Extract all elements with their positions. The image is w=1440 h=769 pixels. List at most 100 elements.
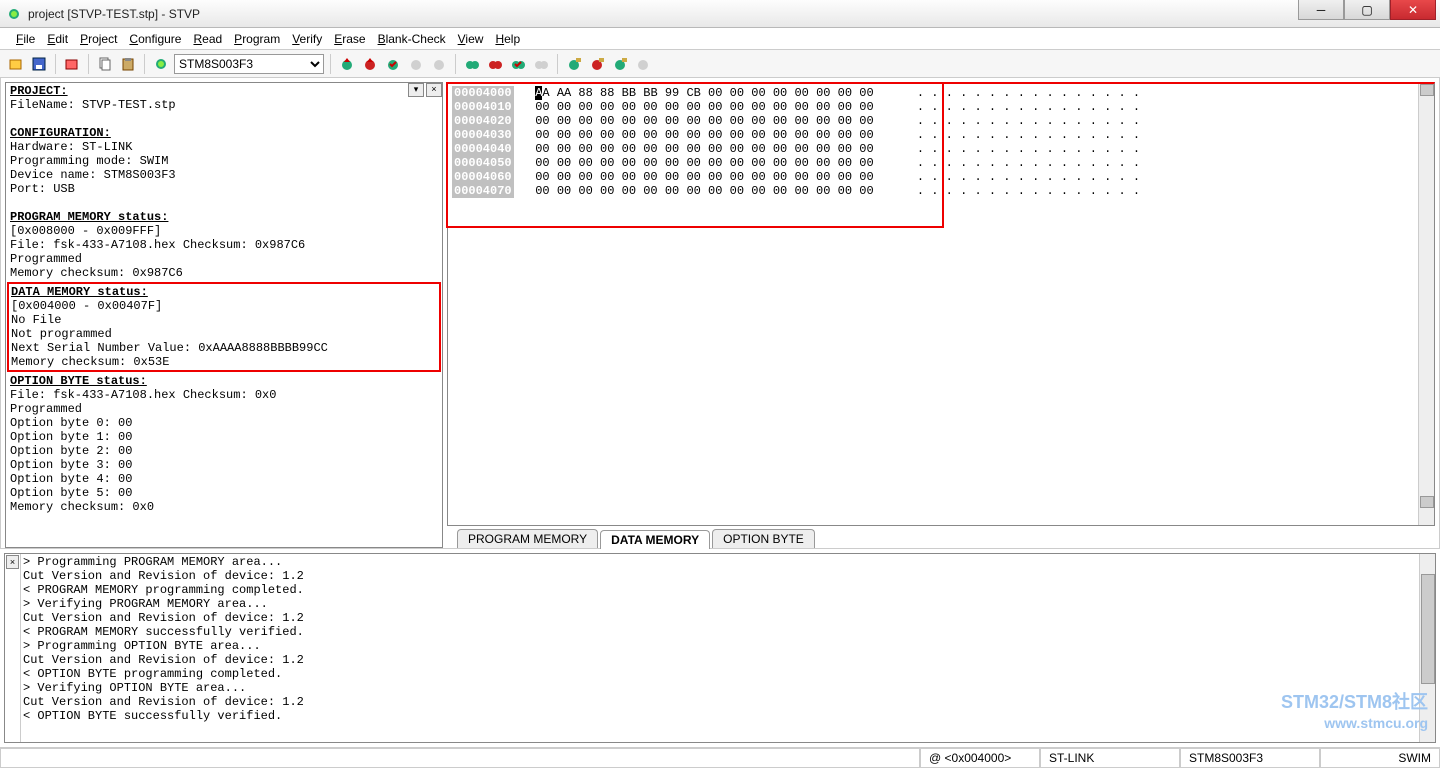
menu-view[interactable]: View <box>452 30 490 48</box>
optbyte-status: Programmed <box>10 402 438 416</box>
datamem-heading: DATA MEMORY status: <box>11 285 437 299</box>
status-bar: @ <0x004000> ST-LINK STM8S003F3 SWIM <box>0 747 1440 769</box>
device-select[interactable]: STM8S003F3 <box>174 54 324 74</box>
hex-scrollbar[interactable] <box>1418 84 1434 525</box>
hex-row[interactable]: 00004020 00 00 00 00 00 00 00 00 00 00 0… <box>452 114 1430 128</box>
verify-all-icon[interactable] <box>508 54 528 74</box>
optbyte-0: Option byte 0: 00 <box>10 416 438 430</box>
status-mode: SWIM <box>1320 748 1440 768</box>
config-progmode: Programming mode: SWIM <box>10 154 438 168</box>
configure-icon[interactable] <box>151 54 171 74</box>
progmem-range: [0x008000 - 0x009FFF] <box>10 224 438 238</box>
open-project-icon[interactable] <box>62 54 82 74</box>
log-text[interactable]: > Programming PROGRAM MEMORY area...Cut … <box>21 554 1419 742</box>
optbyte-4: Option byte 4: 00 <box>10 472 438 486</box>
erase-all-icon[interactable] <box>531 54 551 74</box>
optbyte-2: Option byte 2: 00 <box>10 444 438 458</box>
log-close-icon[interactable]: × <box>6 555 19 569</box>
optbyte-3: Option byte 3: 00 <box>10 458 438 472</box>
log-line: > Programming OPTION BYTE area... <box>23 639 1417 653</box>
config-port: Port: USB <box>10 182 438 196</box>
app-icon <box>6 6 22 22</box>
menu-file[interactable]: File <box>10 30 41 48</box>
log-line: Cut Version and Revision of device: 1.2 <box>23 569 1417 583</box>
menu-help[interactable]: Help <box>489 30 526 48</box>
progmem-file: File: fsk-433-A7108.hex Checksum: 0x987C… <box>10 238 438 252</box>
hex-row[interactable]: 00004010 00 00 00 00 00 00 00 00 00 00 0… <box>452 100 1430 114</box>
blankcheck-current-icon[interactable] <box>429 54 449 74</box>
minimize-button[interactable]: ─ <box>1298 0 1344 20</box>
log-line: > Verifying PROGRAM MEMORY area... <box>23 597 1417 611</box>
datamem-checksum: Memory checksum: 0x53E <box>11 355 437 369</box>
hex-panel: 00004000 AA AA 88 88 BB BB 99 CB 00 00 0… <box>447 82 1435 548</box>
optbyte-1: Option byte 1: 00 <box>10 430 438 444</box>
hex-row[interactable]: 00004060 00 00 00 00 00 00 00 00 00 00 0… <box>452 170 1430 184</box>
memory-tabstrip: PROGRAM MEMORYDATA MEMORYOPTION BYTE <box>447 526 1435 548</box>
config-heading: CONFIGURATION: <box>10 126 438 140</box>
read-all-icon[interactable] <box>462 54 482 74</box>
log-line: Cut Version and Revision of device: 1.2 <box>23 611 1417 625</box>
config-devname: Device name: STM8S003F3 <box>10 168 438 182</box>
hex-row[interactable]: 00004050 00 00 00 00 00 00 00 00 00 00 0… <box>452 156 1430 170</box>
datamem-file: No File <box>11 313 437 327</box>
config-hardware: Hardware: ST-LINK <box>10 140 438 154</box>
project-heading: PROJECT: <box>10 84 438 98</box>
menu-edit[interactable]: Edit <box>41 30 74 48</box>
optbyte-checksum: Memory checksum: 0x0 <box>10 500 438 514</box>
tab-data-memory[interactable]: DATA MEMORY <box>600 530 710 549</box>
progmem-checksum: Memory checksum: 0x987C6 <box>10 266 438 280</box>
menu-project[interactable]: Project <box>74 30 123 48</box>
hex-row[interactable]: 00004030 00 00 00 00 00 00 00 00 00 00 0… <box>452 128 1430 142</box>
progmem-status: Programmed <box>10 252 438 266</box>
menu-bar: FileEditProjectConfigureReadProgramVerif… <box>0 28 1440 50</box>
hex-row[interactable]: 00004070 00 00 00 00 00 00 00 00 00 00 0… <box>452 184 1430 198</box>
save-icon[interactable] <box>29 54 49 74</box>
read-current-icon[interactable] <box>337 54 357 74</box>
log-line: < PROGRAM MEMORY successfully verified. <box>23 625 1417 639</box>
datamem-status: Not programmed <box>11 327 437 341</box>
verify-addr-icon[interactable] <box>610 54 630 74</box>
menu-configure[interactable]: Configure <box>123 30 187 48</box>
optbyte-5: Option byte 5: 00 <box>10 486 438 500</box>
status-hardware: ST-LINK <box>1040 748 1180 768</box>
read-addr-icon[interactable] <box>564 54 584 74</box>
panel-dropdown-icon[interactable]: ▾ <box>408 83 424 97</box>
log-line: < PROGRAM MEMORY programming completed. <box>23 583 1417 597</box>
title-bar: project [STVP-TEST.stp] - STVP ─ ▢ ✕ <box>0 0 1440 28</box>
menu-verify[interactable]: Verify <box>286 30 328 48</box>
menu-read[interactable]: Read <box>187 30 228 48</box>
verify-current-icon[interactable] <box>383 54 403 74</box>
program-current-icon[interactable] <box>360 54 380 74</box>
menu-blank-check[interactable]: Blank-Check <box>372 30 452 48</box>
open-icon[interactable] <box>6 54 26 74</box>
optbyte-heading: OPTION BYTE status: <box>10 374 438 388</box>
optbyte-file: File: fsk-433-A7108.hex Checksum: 0x0 <box>10 388 438 402</box>
tab-option-byte[interactable]: OPTION BYTE <box>712 529 815 548</box>
log-line: > Programming PROGRAM MEMORY area... <box>23 555 1417 569</box>
close-button[interactable]: ✕ <box>1390 0 1436 20</box>
log-line: > Verifying OPTION BYTE area... <box>23 681 1417 695</box>
hex-row[interactable]: 00004000 AA AA 88 88 BB BB 99 CB 00 00 0… <box>452 86 1430 100</box>
panel-close-icon[interactable]: × <box>426 83 442 97</box>
datamem-highlight-box: DATA MEMORY status: [0x004000 - 0x00407F… <box>7 282 441 372</box>
copy-icon[interactable] <box>95 54 115 74</box>
progmem-heading: PROGRAM MEMORY status: <box>10 210 438 224</box>
maximize-button[interactable]: ▢ <box>1344 0 1390 20</box>
erase-addr-icon[interactable] <box>633 54 653 74</box>
program-addr-icon[interactable] <box>587 54 607 74</box>
erase-current-icon[interactable] <box>406 54 426 74</box>
log-line: < OPTION BYTE successfully verified. <box>23 709 1417 723</box>
datamem-range: [0x004000 - 0x00407F] <box>11 299 437 313</box>
program-all-icon[interactable] <box>485 54 505 74</box>
project-panel: ▾ × PROJECT: FileName: STVP-TEST.stp CON… <box>5 82 443 548</box>
paste-icon[interactable] <box>118 54 138 74</box>
log-scrollbar[interactable] <box>1419 554 1435 742</box>
menu-program[interactable]: Program <box>228 30 286 48</box>
main-content: ▾ × PROJECT: FileName: STVP-TEST.stp CON… <box>0 78 1440 549</box>
datamem-serial: Next Serial Number Value: 0xAAAA8888BBBB… <box>11 341 437 355</box>
hex-editor[interactable]: 00004000 AA AA 88 88 BB BB 99 CB 00 00 0… <box>447 82 1435 526</box>
tab-program-memory[interactable]: PROGRAM MEMORY <box>457 529 598 548</box>
hex-row[interactable]: 00004040 00 00 00 00 00 00 00 00 00 00 0… <box>452 142 1430 156</box>
menu-erase[interactable]: Erase <box>328 30 371 48</box>
log-line: Cut Version and Revision of device: 1.2 <box>23 653 1417 667</box>
